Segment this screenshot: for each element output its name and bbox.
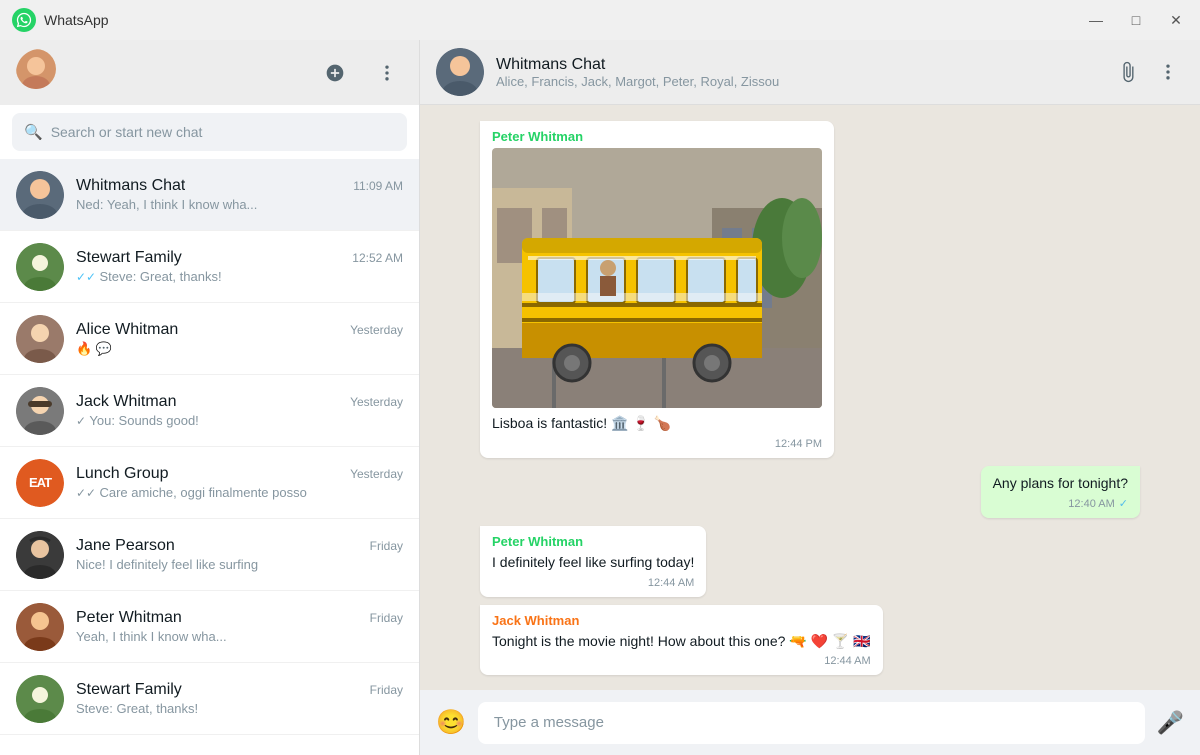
new-chat-button[interactable] bbox=[319, 57, 351, 89]
input-bar: 😊 🎤 bbox=[420, 690, 1200, 755]
message-text: I definitely feel like surfing today! bbox=[492, 553, 694, 573]
microphone-button[interactable]: 🎤 bbox=[1157, 710, 1184, 736]
chat-item-peter[interactable]: Peter Whitman Friday Yeah, I think I kno… bbox=[0, 591, 419, 663]
chat-item-stewart2[interactable]: Stewart Family Friday Steve: Great, than… bbox=[0, 663, 419, 735]
chat-item-alice[interactable]: Alice Whitman Yesterday 🔥 💬 bbox=[0, 303, 419, 375]
message-sender: Peter Whitman bbox=[492, 534, 694, 549]
message-time: 12:44 AM bbox=[824, 655, 870, 667]
message-bubble: Any plans for tonight? 12:40 AM ✓ bbox=[981, 466, 1140, 519]
message-tick: ✓ bbox=[1119, 497, 1128, 510]
chat-info: Jack Whitman Yesterday ✓ You: Sounds goo… bbox=[76, 393, 403, 428]
message-text: Any plans for tonight? bbox=[993, 474, 1128, 494]
chat-info: Stewart Family 12:52 AM ✓✓ Steve: Great,… bbox=[76, 249, 403, 284]
chat-avatar bbox=[16, 675, 64, 723]
minimize-button[interactable]: — bbox=[1084, 8, 1108, 32]
user-avatar[interactable] bbox=[16, 49, 64, 97]
chat-avatar bbox=[16, 603, 64, 651]
title-bar: WhatsApp — □ ✕ bbox=[0, 0, 1200, 40]
window-controls: — □ ✕ bbox=[1084, 8, 1188, 32]
search-bar: 🔍 bbox=[0, 105, 419, 159]
message-sender: Jack Whitman bbox=[492, 613, 871, 628]
menu-button[interactable] bbox=[371, 57, 403, 89]
chat-avatar bbox=[16, 243, 64, 291]
search-icon: 🔍 bbox=[24, 123, 43, 141]
main-layout: 🔍 Whitman bbox=[0, 40, 1200, 755]
group-avatar[interactable] bbox=[436, 48, 484, 96]
chat-info: Whitmans Chat 11:09 AM Ned: Yeah, I thin… bbox=[76, 177, 403, 212]
chat-avatar bbox=[16, 531, 64, 579]
chat-info: Peter Whitman Friday Yeah, I think I kno… bbox=[76, 609, 403, 644]
message-footer: 12:44 AM bbox=[492, 655, 871, 667]
chat-info: Stewart Family Friday Steve: Great, than… bbox=[76, 681, 403, 716]
message-jack-movie: Jack Whitman Tonight is the movie night!… bbox=[480, 605, 883, 676]
chat-avatar bbox=[16, 387, 64, 435]
double-check-grey: ✓✓ bbox=[76, 486, 99, 500]
chat-header-actions bbox=[1112, 56, 1184, 88]
maximize-button[interactable]: □ bbox=[1124, 8, 1148, 32]
chat-avatar bbox=[16, 171, 64, 219]
title-bar-left: WhatsApp bbox=[12, 8, 109, 32]
chat-info: Alice Whitman Yesterday 🔥 💬 bbox=[76, 321, 403, 357]
single-check: ✓ bbox=[76, 414, 89, 428]
message-text: Lisboa is fantastic! 🏛️ 🍷 🍗 bbox=[492, 414, 671, 434]
message-footer: 12:44 AM bbox=[492, 577, 694, 589]
chat-list: Whitmans Chat 11:09 AM Ned: Yeah, I thin… bbox=[0, 159, 419, 755]
chat-info: Lunch Group Yesterday ✓✓ Care amiche, og… bbox=[76, 465, 403, 500]
chat-item-jane[interactable]: Jane Pearson Friday Nice! I definitely f… bbox=[0, 519, 419, 591]
message-bubble: Peter Whitman bbox=[480, 121, 834, 458]
message-time: 12:40 AM bbox=[1068, 498, 1114, 510]
message-time: 12:44 AM bbox=[648, 577, 694, 589]
messages-area: Peter Whitman bbox=[420, 105, 1200, 690]
message-image[interactable] bbox=[492, 148, 822, 408]
chat-item-jack[interactable]: Jack Whitman Yesterday ✓ You: Sounds goo… bbox=[0, 375, 419, 447]
message-footer: 12:40 AM ✓ bbox=[993, 497, 1128, 510]
emoji-button[interactable]: 😊 bbox=[436, 708, 466, 737]
chat-item-lunch[interactable]: EAT Lunch Group Yesterday ✓✓ Care amiche… bbox=[0, 447, 419, 519]
chat-header-info: Whitmans Chat Alice, Francis, Jack, Marg… bbox=[496, 56, 1100, 89]
message-footer: 12:44 PM bbox=[492, 438, 822, 450]
chat-header: Whitmans Chat Alice, Francis, Jack, Marg… bbox=[420, 40, 1200, 105]
message-bubble: Jack Whitman Tonight is the movie night!… bbox=[480, 605, 883, 676]
message-text: Tonight is the movie night! How about th… bbox=[492, 632, 871, 652]
message-peter-surfing: Peter Whitman I definitely feel like sur… bbox=[480, 526, 706, 597]
whatsapp-logo-icon bbox=[12, 8, 36, 32]
app-title: WhatsApp bbox=[44, 12, 109, 28]
chat-info: Jane Pearson Friday Nice! I definitely f… bbox=[76, 537, 403, 572]
message-input[interactable] bbox=[478, 702, 1145, 744]
message-peter-image: Peter Whitman bbox=[480, 121, 834, 458]
chat-item-whitmans[interactable]: Whitmans Chat 11:09 AM Ned: Yeah, I thin… bbox=[0, 159, 419, 231]
chat-header-members: Alice, Francis, Jack, Margot, Peter, Roy… bbox=[496, 74, 1100, 89]
chat-avatar: EAT bbox=[16, 459, 64, 507]
sidebar: 🔍 Whitman bbox=[0, 40, 420, 755]
chat-menu-button[interactable] bbox=[1152, 56, 1184, 88]
chat-avatar bbox=[16, 315, 64, 363]
search-input-wrap: 🔍 bbox=[12, 113, 407, 151]
message-time: 12:44 PM bbox=[775, 438, 822, 450]
sidebar-header bbox=[0, 40, 419, 105]
message-sender: Peter Whitman bbox=[492, 129, 822, 144]
message-bubble: Peter Whitman I definitely feel like sur… bbox=[480, 526, 706, 597]
message-sent-plans: Any plans for tonight? 12:40 AM ✓ bbox=[981, 466, 1140, 519]
close-button[interactable]: ✕ bbox=[1164, 8, 1188, 32]
chat-panel: Whitmans Chat Alice, Francis, Jack, Marg… bbox=[420, 40, 1200, 755]
double-check-blue: ✓✓ bbox=[76, 270, 99, 284]
chat-header-name: Whitmans Chat bbox=[496, 56, 1100, 74]
search-input[interactable] bbox=[51, 124, 395, 140]
chat-item-stewart[interactable]: Stewart Family 12:52 AM ✓✓ Steve: Great,… bbox=[0, 231, 419, 303]
attach-button[interactable] bbox=[1112, 56, 1144, 88]
